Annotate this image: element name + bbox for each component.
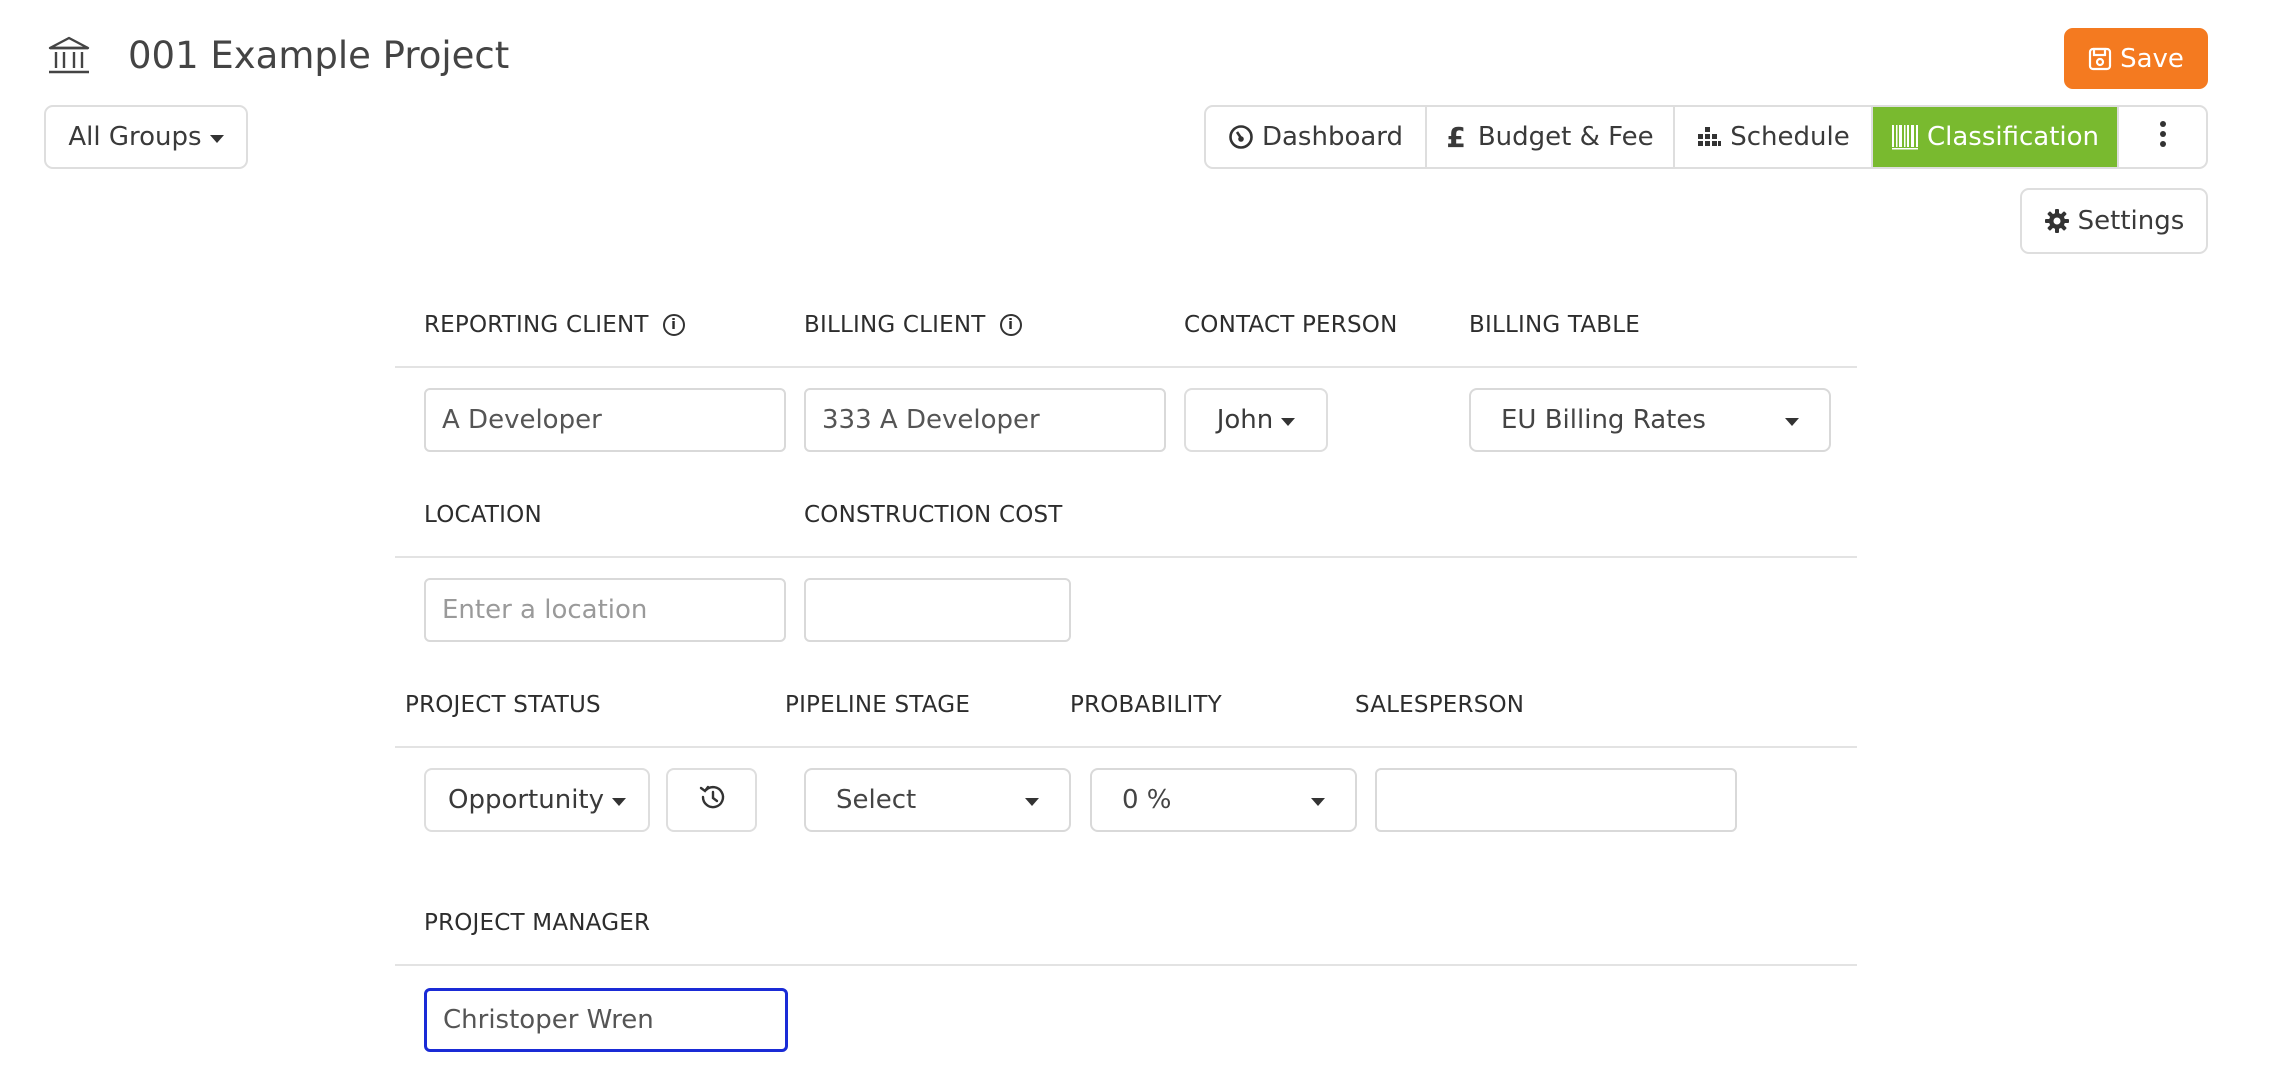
gauge-icon: [1228, 124, 1254, 150]
reporting-client-label: REPORTING CLIENT i: [424, 312, 685, 338]
divider: [395, 366, 1857, 368]
tab-budget-fee[interactable]: £ Budget & Fee: [1427, 107, 1675, 167]
contact-person-value: John: [1216, 405, 1274, 435]
pound-sign-icon: £: [1446, 120, 1466, 154]
billing-table-select[interactable]: EU Billing Rates: [1469, 388, 1831, 452]
more-options-button[interactable]: [2119, 107, 2206, 167]
salesperson-input[interactable]: [1375, 768, 1737, 832]
tab-schedule[interactable]: Schedule: [1675, 107, 1873, 167]
probability-label: PROBABILITY: [1070, 692, 1222, 718]
page: 001 Example Project Save All Groups Dash…: [0, 0, 2270, 1072]
billing-client-label: BILLING CLIENT i: [804, 312, 1022, 338]
caret-down-icon: [209, 135, 224, 143]
construction-cost-input[interactable]: [804, 578, 1071, 642]
project-status-label: PROJECT STATUS: [405, 692, 601, 718]
billing-table-value: EU Billing Rates: [1501, 405, 1706, 435]
tab-classification[interactable]: Classification: [1873, 107, 2119, 167]
project-status-value: Opportunity: [447, 785, 605, 815]
floppy-disk-icon: [2088, 47, 2112, 71]
billing-table-label: BILLING TABLE: [1469, 312, 1641, 338]
project-manager-label: PROJECT MANAGER: [424, 910, 651, 936]
probability-value: 0 %: [1122, 785, 1172, 815]
location-label: LOCATION: [424, 502, 542, 528]
tab-schedule-label: Schedule: [1730, 122, 1850, 152]
all-groups-dropdown[interactable]: All Groups: [44, 105, 248, 169]
save-button[interactable]: Save: [2064, 28, 2208, 89]
pipeline-stage-select[interactable]: Select: [804, 768, 1071, 832]
project-manager-input[interactable]: Christoper Wren: [424, 988, 788, 1052]
barcode-icon: [1891, 124, 1919, 150]
divider: [395, 556, 1857, 558]
reporting-client-input[interactable]: A Developer: [424, 388, 786, 452]
project-title: 001 Example Project: [128, 34, 510, 77]
construction-cost-label: CONSTRUCTION COST: [804, 502, 1063, 528]
contact-person-label: CONTACT PERSON: [1184, 312, 1398, 338]
pipeline-stage-label: PIPELINE STAGE: [785, 692, 971, 718]
view-tabs: Dashboard £ Budget & Fee Schedule Classi…: [1204, 105, 2208, 169]
info-icon[interactable]: i: [662, 314, 685, 336]
save-label: Save: [2120, 43, 2184, 74]
all-groups-label: All Groups: [68, 122, 202, 152]
building-columns-icon: [46, 34, 92, 78]
caret-down-icon: [1025, 798, 1039, 806]
chart-bars-icon: [1696, 125, 1722, 149]
location-input[interactable]: Enter a location: [424, 578, 786, 642]
billing-client-input[interactable]: 333 A Developer: [804, 388, 1166, 452]
settings-label: Settings: [2077, 206, 2185, 236]
caret-down-icon: [1311, 798, 1325, 806]
project-status-dropdown[interactable]: Opportunity: [424, 768, 650, 832]
caret-down-icon: [612, 798, 627, 806]
divider: [395, 964, 1857, 966]
caret-down-icon: [1281, 418, 1296, 426]
tab-dashboard-label: Dashboard: [1261, 122, 1404, 152]
vertical-ellipsis-icon: [2159, 120, 2167, 155]
history-icon: [697, 783, 727, 818]
status-history-button[interactable]: [666, 768, 757, 832]
probability-select[interactable]: 0 %: [1090, 768, 1357, 832]
tab-budget-fee-label: Budget & Fee: [1477, 122, 1654, 152]
gear-icon: [2044, 208, 2070, 234]
info-icon[interactable]: i: [999, 314, 1022, 336]
divider: [395, 746, 1857, 748]
salesperson-label: SALESPERSON: [1355, 692, 1525, 718]
billing-client-label-text: BILLING CLIENT: [804, 312, 986, 338]
settings-button[interactable]: Settings: [2020, 188, 2208, 254]
caret-down-icon: [1785, 418, 1799, 426]
tab-dashboard[interactable]: Dashboard: [1206, 107, 1427, 167]
tab-classification-label: Classification: [1926, 122, 2100, 152]
reporting-client-label-text: REPORTING CLIENT: [424, 312, 649, 338]
pipeline-stage-value: Select: [836, 785, 917, 815]
contact-person-dropdown[interactable]: John: [1184, 388, 1328, 452]
